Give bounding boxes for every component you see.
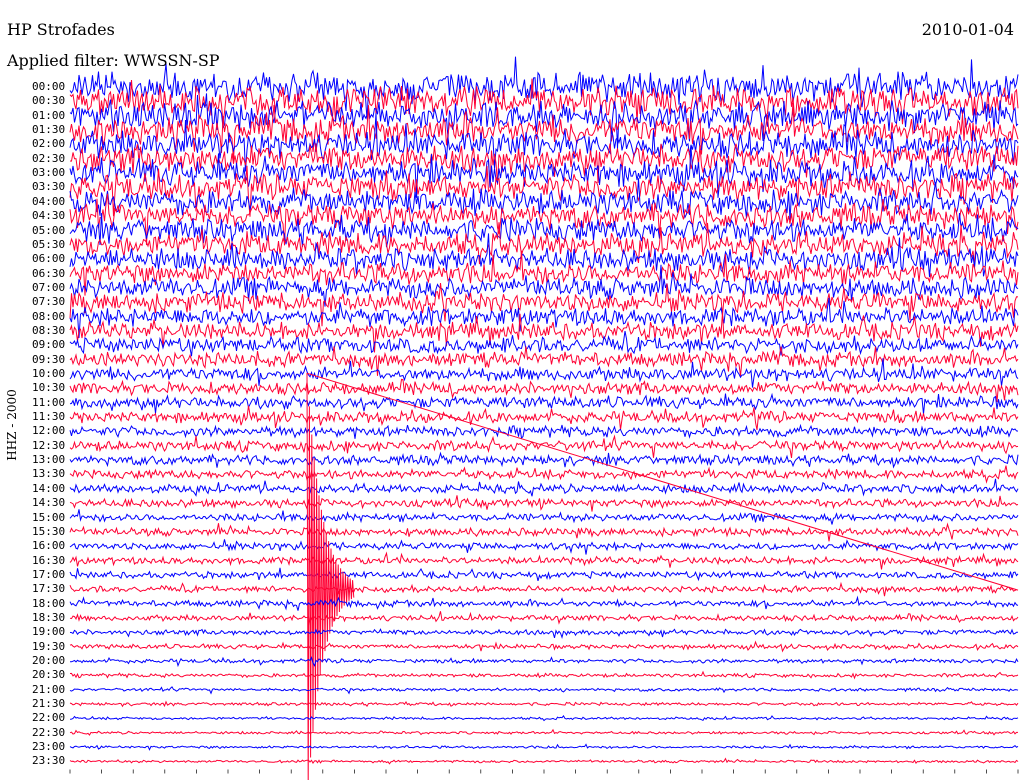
row-label: 07:30 (32, 295, 66, 309)
row-label: 05:30 (32, 237, 66, 251)
trace-line (69, 670, 1019, 680)
row-label: 14:00 (32, 481, 66, 495)
trace-line (69, 640, 1019, 653)
row-label: 12:30 (32, 438, 66, 452)
row-label: 00:30 (32, 94, 66, 108)
row-label: 08:00 (32, 309, 66, 323)
row-label: 01:00 (32, 108, 66, 122)
row-label: 20:00 (32, 654, 66, 667)
trace-line (69, 757, 1019, 765)
trace-line (69, 495, 1019, 512)
row-label: 18:00 (32, 596, 66, 610)
row-label: 22:30 (32, 725, 66, 739)
row-label: 00:00 (32, 80, 66, 93)
trace-line (69, 628, 1018, 640)
row-label: 21:00 (32, 682, 66, 696)
row-label: 05:00 (32, 223, 66, 237)
row-label: 13:30 (32, 467, 66, 481)
row-label: 10:30 (32, 381, 66, 395)
row-label: 07:00 (32, 280, 66, 294)
row-label: 03:30 (32, 180, 66, 194)
row-label: 09:30 (32, 352, 66, 366)
trace-line (69, 478, 1019, 497)
row-label: 15:00 (32, 510, 66, 524)
row-label: 15:30 (32, 524, 66, 538)
row-label: 23:00 (32, 740, 66, 754)
row-label: 19:00 (32, 625, 66, 639)
row-label: 09:00 (32, 338, 66, 352)
row-label: 11:00 (32, 395, 66, 409)
row-label: 17:30 (32, 582, 66, 596)
row-label: 16:00 (32, 539, 66, 553)
trace-line (69, 165, 1019, 217)
row-label: 16:30 (32, 553, 66, 567)
row-label: 02:00 (32, 137, 66, 151)
trace-line (69, 728, 1018, 736)
trace-line (69, 595, 1019, 611)
row-label: 10:00 (32, 367, 66, 380)
trace-line (69, 392, 1019, 415)
trace-line (69, 611, 1019, 626)
row-label: 01:30 (32, 123, 66, 137)
row-label: 20:30 (32, 668, 66, 682)
row-label: 03:00 (32, 166, 66, 180)
trace-line (69, 378, 1019, 402)
row-label: 08:30 (32, 323, 66, 337)
row-label: 11:30 (32, 410, 66, 424)
trace-line (69, 451, 1019, 469)
row-label: 06:30 (32, 266, 66, 280)
trace-line (69, 509, 1019, 525)
helicorder-plot (69, 56, 1019, 780)
row-label: 22:00 (32, 711, 66, 725)
trace-line (69, 686, 1019, 695)
trace-line (69, 551, 1019, 570)
trace-line (69, 405, 1019, 430)
trace-line (69, 715, 1019, 722)
row-label: 12:00 (32, 424, 66, 438)
trace-line (69, 567, 1019, 582)
row-label: 19:30 (32, 639, 66, 653)
trace-line (69, 656, 1019, 668)
row-label: 02:30 (32, 151, 66, 165)
row-label: 23:30 (32, 754, 66, 768)
trace-line (69, 423, 1019, 440)
trace-line (69, 522, 1019, 542)
row-label: 14:30 (32, 496, 66, 510)
row-label: 13:00 (32, 453, 66, 467)
row-label: 18:30 (32, 610, 66, 624)
row-label: 17:00 (32, 567, 66, 581)
trace-line (69, 465, 1019, 484)
row-label: 04:30 (32, 209, 66, 223)
trace-line (69, 700, 1019, 708)
filter-label: Applied filter: WWSSN-SP (7, 51, 220, 70)
row-label: 21:30 (32, 697, 66, 711)
row-label: 06:00 (32, 252, 66, 266)
trace-line (69, 743, 1019, 751)
row-label: 04:00 (32, 194, 66, 208)
